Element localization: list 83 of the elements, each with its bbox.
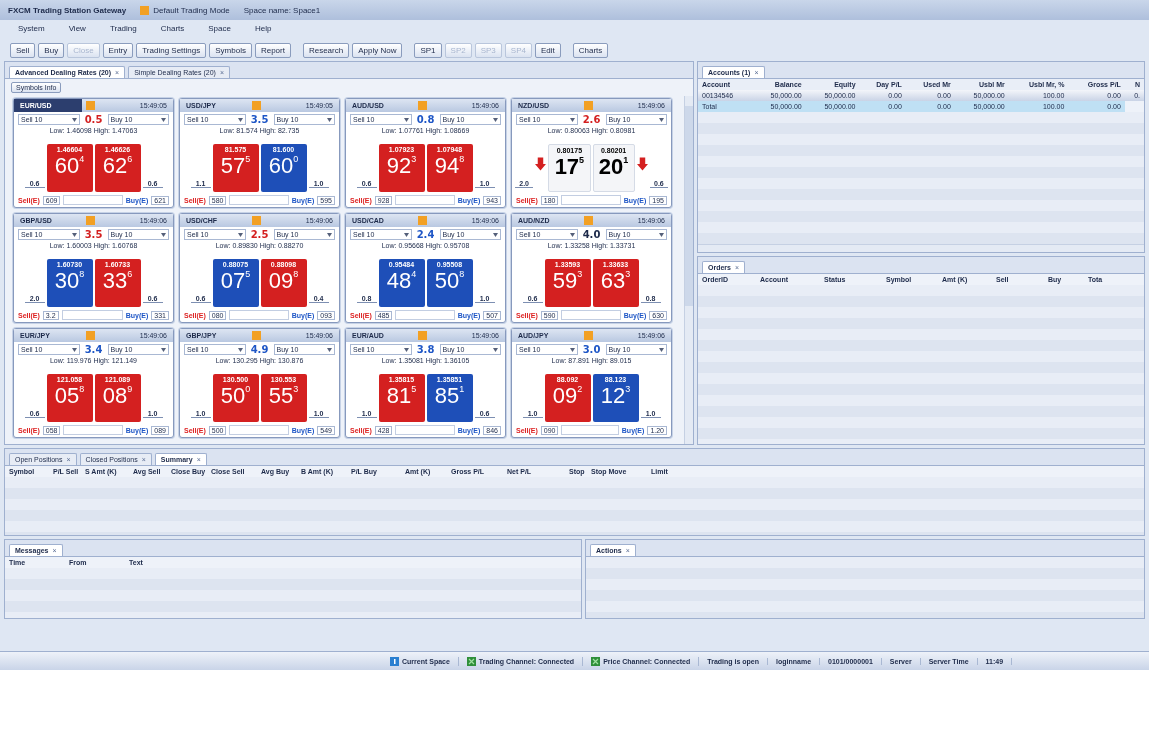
scrollbar[interactable] [698,244,1144,252]
caret-icon [403,117,409,122]
toolbar-button[interactable]: Edit [534,43,561,58]
spread-value: 0.5 [83,114,104,125]
spread-value: 3.5 [249,114,270,125]
square-icon [584,101,593,110]
toolbar-button[interactable]: Charts [572,43,609,58]
menu-item[interactable]: Trading [109,24,137,36]
menu-item[interactable]: System [18,24,45,36]
toolbar-button[interactable]: Trading Settings [136,43,207,58]
square-icon [584,331,593,340]
rate-input-field[interactable] [395,195,455,205]
caret-icon [161,347,166,352]
caret-icon [493,232,498,237]
caret-icon [659,232,664,237]
trading-mode: Default Trading Mode [153,5,230,15]
caret-icon [569,347,575,352]
square-icon [584,216,593,225]
rate-input-field[interactable] [229,195,289,205]
toolbar-button[interactable]: Apply Now [352,43,403,58]
caret-icon [327,232,332,237]
menu-item[interactable]: Charts [160,24,185,36]
rate-input-field[interactable] [395,425,455,435]
spread-value: 3.8 [415,344,436,355]
square-icon [418,216,427,225]
caret-icon [493,347,498,352]
rate-input-field[interactable] [561,425,619,435]
spread-value: 2.5 [249,229,270,240]
menu-item[interactable]: View [68,24,86,36]
spread-value: 3.0 [581,344,602,355]
square-icon [86,331,95,340]
spread-value: 3.4 [83,344,104,355]
caret-icon [71,232,77,237]
rate-input-field[interactable] [63,425,123,435]
square-icon [86,216,95,225]
toolbar-button[interactable]: Sell [10,43,36,58]
square-icon [418,331,427,340]
caret-icon [327,347,332,352]
rate-input-field[interactable] [561,195,621,205]
caret-icon [569,232,575,237]
square-icon [252,101,261,110]
toolbar-button[interactable]: Buy [38,43,65,58]
square-icon [252,216,261,225]
spread-value: 2.6 [581,114,602,125]
scrollbar[interactable] [684,96,693,444]
toolbar-button[interactable]: Report [254,43,291,58]
caret-icon [237,117,243,122]
caret-icon [71,117,77,122]
rate-input-field[interactable] [229,310,289,320]
caret-icon [237,232,243,237]
caret-icon [659,347,664,352]
caret-icon [327,117,332,122]
space-name: Space name: Space1 [243,5,321,15]
rate-input-field[interactable] [561,310,621,320]
caret-icon [237,347,243,352]
caret-icon [161,232,166,237]
spread-value: 4.9 [249,344,270,355]
toolbar-button[interactable]: Research [302,43,350,58]
rate-input-field[interactable] [61,310,123,320]
toolbar-button[interactable]: Symbols [209,43,252,58]
caret-icon [403,347,409,352]
square-icon [418,101,427,110]
caret-icon [659,117,664,122]
caret-icon [493,117,498,122]
spread-value: 4.0 [581,229,602,240]
caret-icon [569,117,575,122]
toolbar-button[interactable]: Entry [102,43,134,58]
square-icon [140,5,150,15]
menu-item[interactable]: Space [208,24,231,36]
spread-value: 3.5 [83,229,104,240]
rate-input-field[interactable] [63,195,123,205]
caret-icon [71,347,77,352]
rate-input-field[interactable] [229,425,289,435]
spread-value: 0.8 [415,114,436,125]
caret-icon [403,232,409,237]
menu-item[interactable]: Help [254,24,272,36]
square-icon [86,101,95,110]
toolbar-button[interactable]: SP1 [414,43,442,58]
square-icon [252,331,261,340]
caret-icon [161,117,166,122]
rate-input-field[interactable] [395,310,455,320]
spread-value: 2.4 [415,229,436,240]
window-title: FXCM Trading Station Gateway [8,5,127,15]
